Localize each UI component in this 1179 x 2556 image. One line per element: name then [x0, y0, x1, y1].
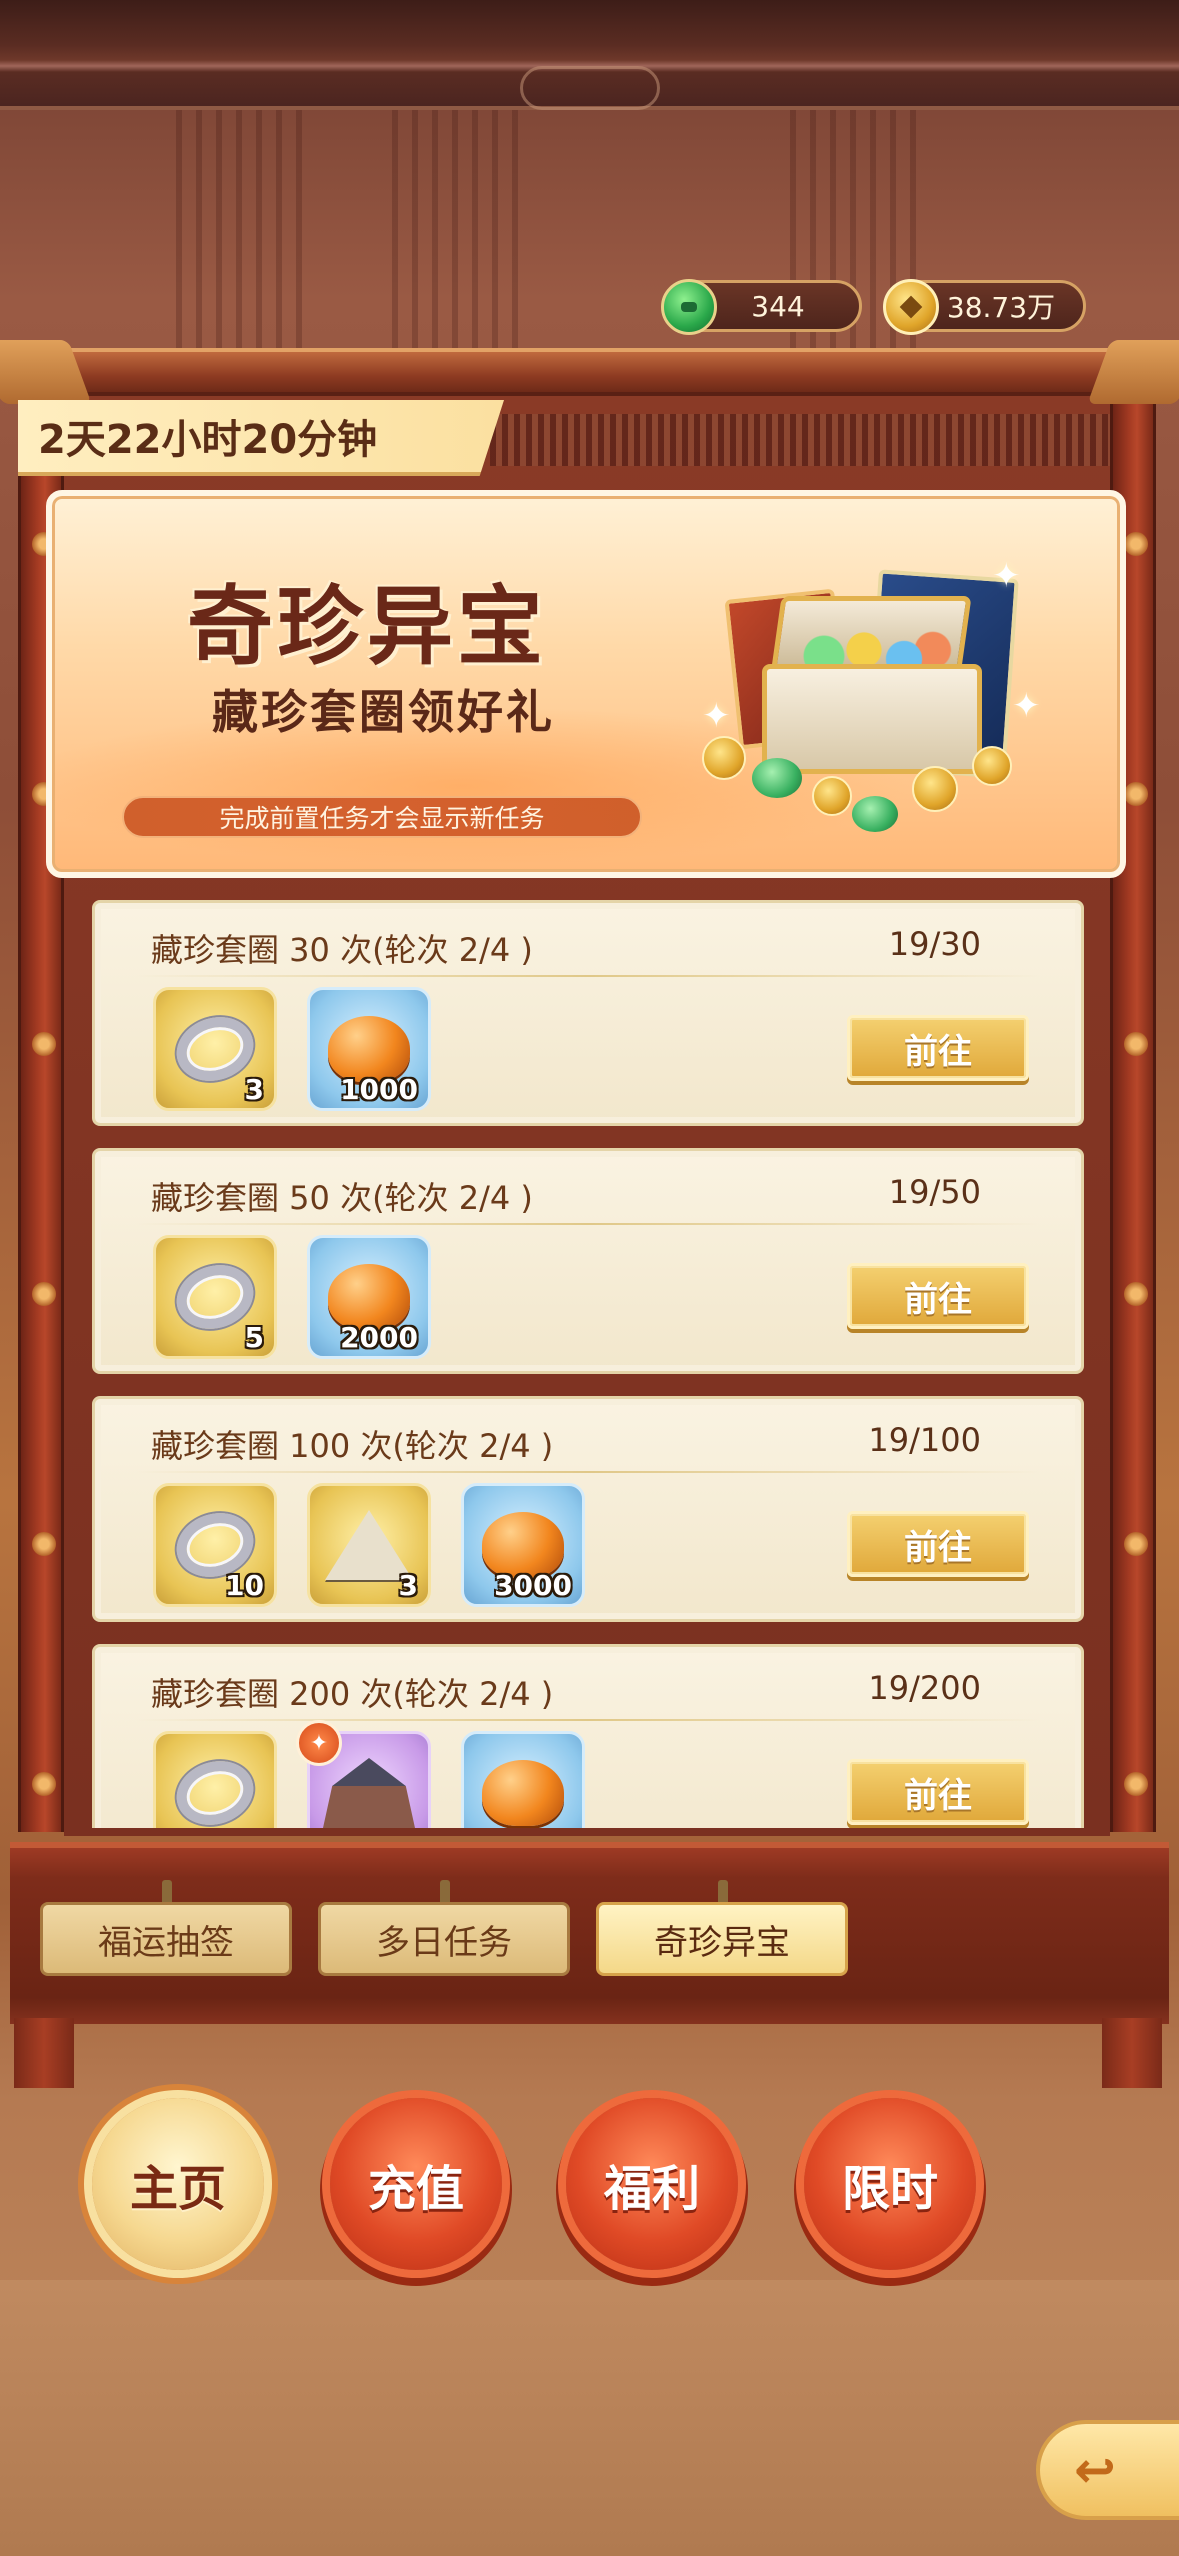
banner-note: 完成前置任务才会显示新任务 [122, 796, 642, 838]
building-icon [323, 1758, 415, 1828]
go-button[interactable]: 前往 [847, 1759, 1029, 1825]
nav-home-button[interactable]: 主页 [92, 2098, 264, 2270]
banner-subtitle: 藏珍套圈领好礼 [212, 685, 555, 739]
frame-top-beam [0, 348, 1179, 396]
task-title: 藏珍套圈 30 次(轮次 2/4 ) [151, 931, 533, 969]
tab-multi-day-tasks[interactable]: 多日任务 [318, 1902, 570, 1976]
shelf-leg [14, 2018, 74, 2088]
silver-ring-icon [168, 1751, 262, 1828]
reward-item[interactable]: 3 [307, 1483, 431, 1607]
go-button[interactable]: 前往 [847, 1015, 1029, 1081]
banner-title: 奇珍异宝 [187, 576, 547, 677]
task-progress: 19/100 [868, 1421, 981, 1459]
task-progress: 19/50 [888, 1173, 981, 1211]
tab-fortune-draw[interactable]: 福运抽签 [40, 1902, 292, 1976]
event-banner: 奇珍异宝 藏珍套圈领好礼 完成前置任务才会显示新任务 ✦ ✦ ✦ [46, 490, 1126, 878]
back-arrow-icon: ↩ [1074, 2441, 1116, 2499]
task-title: 藏珍套圈 200 次(轮次 2/4 ) [151, 1675, 554, 1713]
reward-item[interactable]: 5 [153, 1235, 277, 1359]
nav-recharge-button[interactable]: 充值 [330, 2098, 502, 2270]
task-progress: 19/200 [868, 1669, 981, 1707]
copper-coin-icon [883, 279, 939, 335]
floor [0, 2280, 1179, 2556]
reward-count: 3 [398, 1569, 418, 1602]
reward-count: 1000 [340, 1073, 418, 1106]
reward-count: 2000 [340, 1321, 418, 1354]
reward-item[interactable] [461, 1731, 585, 1828]
task-card: 藏珍套圈 50 次(轮次 2/4 ) 19/50 5 2000 前往 [92, 1148, 1084, 1374]
task-progress: 19/30 [888, 925, 981, 963]
jade-amount: 344 [751, 289, 805, 323]
nav-welfare-button[interactable]: 福利 [566, 2098, 738, 2270]
shelf-leg [1102, 2018, 1162, 2088]
reward-item[interactable]: 10 [153, 1483, 277, 1607]
nav-limited-button[interactable]: 限时 [804, 2098, 976, 2270]
reward-item[interactable]: 3000 [461, 1483, 585, 1607]
task-card: 藏珍套圈 100 次(轮次 2/4 ) 19/100 10 3 3000 前往 [92, 1396, 1084, 1622]
task-list[interactable]: 藏珍套圈 30 次(轮次 2/4 ) 19/30 3 1000 前往 藏珍套圈 … [92, 898, 1084, 1828]
reward-count: 10 [225, 1569, 264, 1602]
reward-item[interactable]: ✦ [296, 1720, 431, 1828]
reward-item[interactable]: 3 [153, 987, 277, 1111]
task-card: 藏珍套圈 200 次(轮次 2/4 ) 19/200 ✦ 前往 [92, 1644, 1084, 1828]
reward-item[interactable]: 2000 [307, 1235, 431, 1359]
jade-coin-icon [661, 279, 717, 335]
jade-currency[interactable]: 344 [661, 279, 862, 335]
event-timer: 2天22小时20分钟 [18, 400, 504, 476]
task-title: 藏珍套圈 100 次(轮次 2/4 ) [151, 1427, 554, 1465]
ceiling-ornament [520, 66, 660, 110]
reward-item[interactable]: 1000 [307, 987, 431, 1111]
amber-icon [482, 1760, 564, 1826]
go-button[interactable]: 前往 [847, 1511, 1029, 1577]
go-button[interactable]: 前往 [847, 1263, 1029, 1329]
back-button[interactable]: ↩ [1036, 2420, 1179, 2520]
reward-count: 3000 [494, 1569, 572, 1602]
task-title: 藏珍套圈 50 次(轮次 2/4 ) [151, 1179, 533, 1217]
reward-count: 5 [244, 1321, 264, 1354]
reward-count: 3 [244, 1073, 264, 1106]
special-badge-icon: ✦ [296, 1720, 342, 1766]
frame-railing [490, 414, 1110, 466]
task-card: 藏珍套圈 30 次(轮次 2/4 ) 19/30 3 1000 前往 [92, 900, 1084, 1126]
reward-item[interactable] [153, 1731, 277, 1828]
event-timer-text: 2天22小时20分钟 [38, 417, 378, 463]
tab-rare-treasures[interactable]: 奇珍异宝 [596, 1902, 848, 1976]
coin-currency[interactable]: 38.73万 [883, 279, 1086, 335]
